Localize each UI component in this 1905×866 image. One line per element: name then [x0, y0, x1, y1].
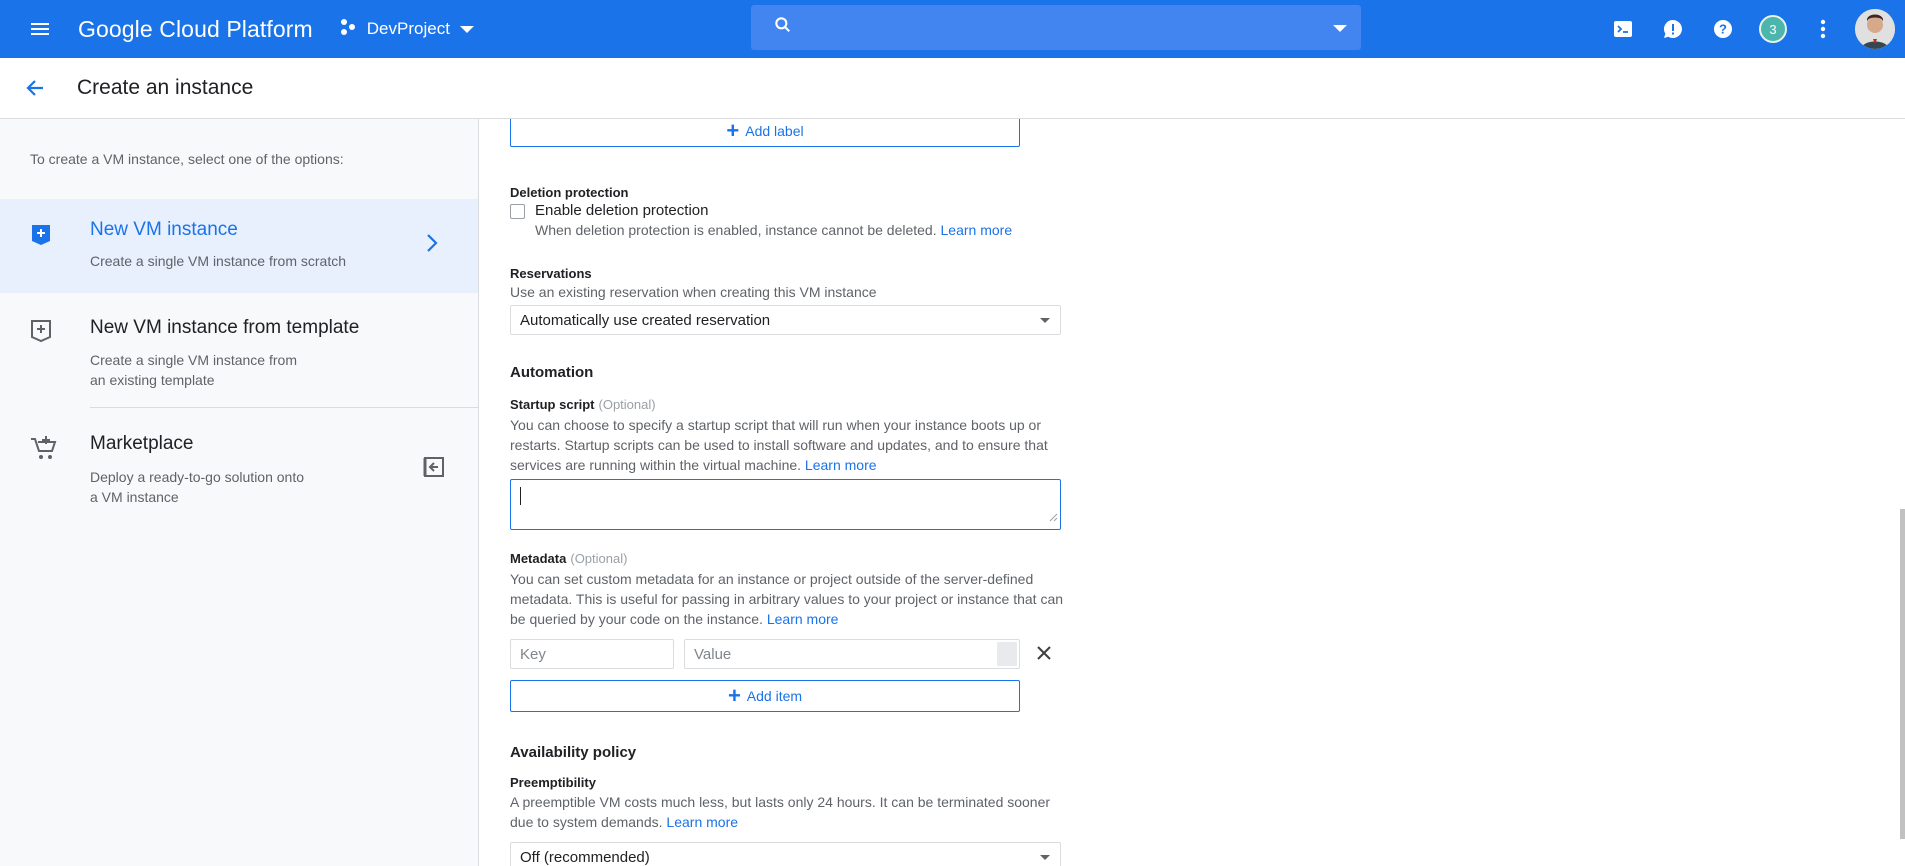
project-selector[interactable]: DevProject: [339, 18, 474, 41]
feedback-icon[interactable]: [1655, 11, 1691, 47]
option-title: Marketplace: [90, 433, 194, 454]
reservations-selected: Automatically use created reservation: [520, 311, 771, 329]
chevron-down-icon: [459, 25, 474, 33]
text-cursor: [520, 487, 521, 505]
option-title: New VM instance: [90, 219, 238, 240]
plus-icon: +: [727, 683, 741, 708]
startup-help-line3: services are running within the virtual …: [510, 457, 802, 473]
add-item-button[interactable]: + Add item: [510, 680, 1020, 712]
reservations-select[interactable]: Automatically use created reservation: [510, 305, 1061, 335]
option-new-vm-instance[interactable]: New VM instance Create a single VM insta…: [0, 199, 478, 293]
metadata-help-line2: metadata. This is useful for passing in …: [510, 591, 1064, 607]
option-title: New VM instance from template: [90, 317, 360, 338]
cloud-shell-icon[interactable]: [1605, 11, 1641, 47]
automation-title: Automation: [510, 364, 594, 381]
divider: [90, 407, 478, 408]
search-icon: [773, 15, 793, 40]
option-desc-line2: a VM instance: [90, 489, 179, 505]
help-icon[interactable]: ?: [1705, 11, 1741, 47]
options-intro: To create a VM instance, select one of t…: [30, 151, 344, 167]
metadata-value-input[interactable]: Value: [684, 639, 1020, 669]
add-item-text: Add item: [746, 688, 803, 704]
back-arrow-icon[interactable]: [15, 68, 55, 108]
option-desc-line1: Create a single VM instance from: [90, 352, 297, 368]
option-new-vm-from-template[interactable]: New VM instance from template Create a s…: [0, 293, 478, 403]
learn-more-link[interactable]: Learn more: [767, 611, 839, 627]
preempt-help-line1: A preemptible VM costs much less, but la…: [510, 794, 1051, 810]
add-label-button[interactable]: + Add label: [510, 119, 1020, 147]
startup-script-label: Startup script (Optional): [510, 397, 656, 412]
project-name: DevProject: [366, 19, 450, 38]
option-desc-line1: Deploy a ready-to-go solution onto: [90, 469, 305, 485]
add-label-text: Add label: [745, 123, 804, 139]
instance-form: + Add label Deletion protection Enable d…: [480, 119, 1900, 866]
deletion-protection-help: When deletion protection is enabled, ins…: [535, 222, 937, 238]
deletion-protection-title: Deletion protection: [510, 185, 629, 200]
plus-icon: +: [726, 119, 740, 143]
metadata-help-line1: You can set custom metadata for an insta…: [510, 571, 1034, 587]
search-dropdown-icon[interactable]: [1333, 25, 1347, 32]
metadata-help-line3: be queried by your code on the instance.: [510, 611, 763, 627]
chevron-right-icon: [426, 233, 438, 258]
option-marketplace[interactable]: Marketplace Deploy a ready-to-go solutio…: [0, 409, 478, 519]
preempt-help-line2: due to system demands.: [510, 814, 663, 830]
add-box-icon: [30, 223, 52, 252]
availability-policy-title: Availability policy: [510, 744, 637, 761]
template-add-icon: [30, 319, 52, 348]
search-input[interactable]: [751, 5, 1361, 50]
option-desc: Create a single VM instance from scratch: [90, 253, 346, 269]
notification-badge: 3: [1759, 15, 1787, 43]
deletion-protection-checkbox[interactable]: [510, 204, 525, 219]
collapse-panel-icon[interactable]: [422, 455, 446, 484]
value-placeholder: Value: [694, 645, 732, 663]
learn-more-link[interactable]: Learn more: [941, 222, 1013, 238]
notifications-button[interactable]: 3: [1755, 11, 1791, 47]
project-icon: [339, 18, 357, 41]
startup-help-line2: restarts. Startup scripts can be used to…: [510, 437, 1048, 453]
preemptibility-selected: Off (recommended): [520, 848, 650, 866]
resize-handle-icon[interactable]: [1049, 509, 1058, 527]
startup-help-line1: You can choose to specify a startup scri…: [510, 417, 1042, 433]
dropdown-arrow-icon: [1040, 855, 1050, 860]
learn-more-link[interactable]: Learn more: [666, 814, 738, 830]
hamburger-menu-icon[interactable]: [20, 9, 60, 49]
metadata-label: Metadata (Optional): [510, 551, 628, 566]
reservations-help: Use an existing reservation when creatin…: [510, 284, 877, 300]
option-desc-line2: an existing template: [90, 372, 215, 388]
cart-add-icon: [30, 435, 58, 468]
app-title[interactable]: Google Cloud Platform: [78, 16, 313, 43]
page-title: Create an instance: [77, 76, 254, 99]
deletion-protection-label[interactable]: Enable deletion protection: [535, 202, 708, 219]
scrollbar-thumb[interactable]: [1900, 509, 1905, 839]
page-header: Create an instance: [0, 58, 1905, 119]
more-vert-icon[interactable]: [1805, 11, 1841, 47]
metadata-key-input[interactable]: Key: [510, 639, 674, 669]
preemptibility-label: Preemptibility: [510, 775, 596, 790]
resize-handle-icon[interactable]: [997, 642, 1017, 666]
avatar[interactable]: [1855, 9, 1895, 49]
learn-more-link[interactable]: Learn more: [805, 457, 877, 473]
svg-text:?: ?: [1719, 22, 1727, 37]
preemptibility-select[interactable]: Off (recommended): [510, 842, 1061, 866]
top-app-bar: Google Cloud Platform DevProject ? 3: [0, 0, 1905, 58]
reservations-title: Reservations: [510, 266, 592, 281]
scrollbar[interactable]: [1900, 119, 1905, 866]
remove-metadata-icon[interactable]: [1032, 641, 1056, 665]
creation-options-panel: To create a VM instance, select one of t…: [0, 119, 479, 866]
key-placeholder: Key: [520, 645, 546, 663]
dropdown-arrow-icon: [1040, 318, 1050, 323]
startup-script-textarea[interactable]: [510, 479, 1061, 530]
